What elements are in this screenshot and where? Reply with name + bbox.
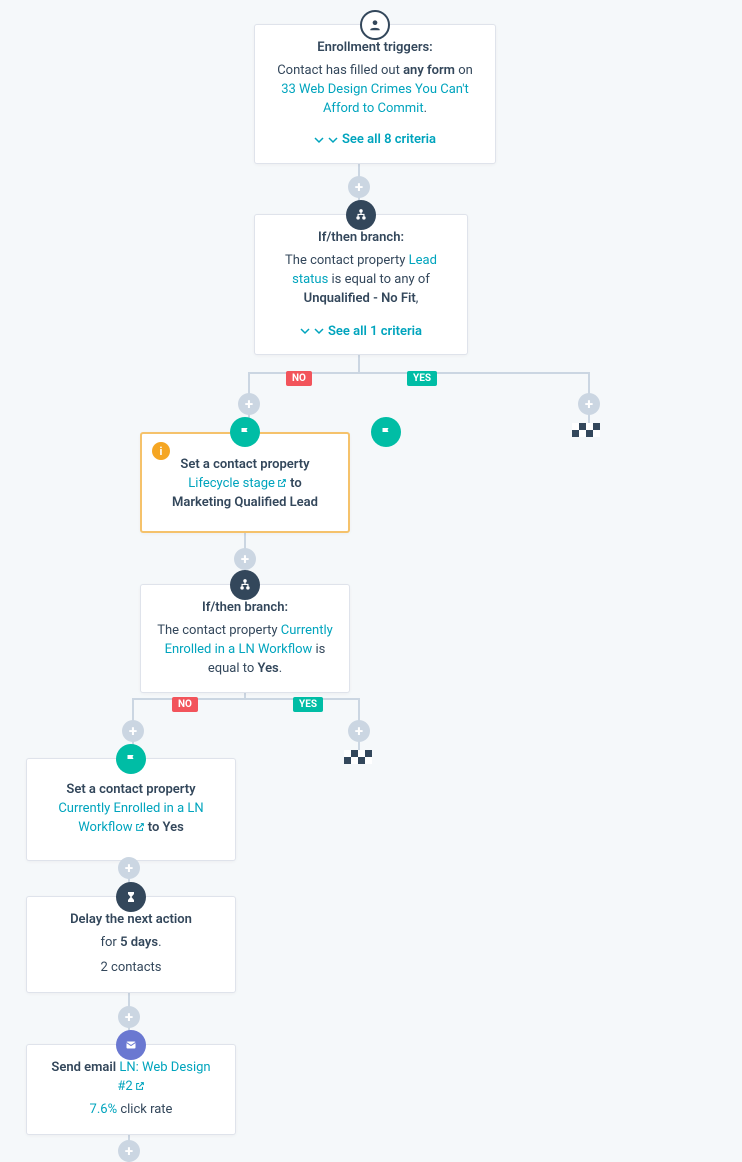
chevron-down-icon	[300, 326, 310, 336]
flag-icon	[116, 744, 146, 774]
branch-icon	[346, 200, 376, 230]
add-action-button[interactable]: +	[348, 720, 370, 742]
external-link-icon	[135, 1081, 145, 1091]
card-body: Set a contact property Lifecycle stage t…	[162, 456, 328, 513]
add-action-button[interactable]: +	[118, 1006, 140, 1028]
set-property-card[interactable]: i Set a contact property Lifecycle stage…	[140, 432, 350, 533]
if-then-branch-card[interactable]: If/then branch: The contact property Lea…	[254, 214, 468, 355]
flag-icon	[230, 417, 260, 447]
branch-yes-label: YES	[293, 697, 323, 712]
branch-no-label: NO	[286, 371, 312, 386]
email-icon	[116, 1030, 146, 1060]
chevron-down-icon	[328, 135, 338, 145]
user-icon	[360, 10, 390, 40]
connector-line	[468, 372, 590, 374]
card-body: Send email LN: Web Design #2	[43, 1059, 219, 1097]
card-title: If/then branch:	[271, 229, 451, 248]
branch-no-label: NO	[172, 697, 198, 712]
stats-line: 2 contacts	[43, 959, 219, 978]
card-title: If/then branch:	[157, 599, 333, 618]
workflow-canvas[interactable]: Enrollment triggers: Contact has filled …	[0, 0, 742, 1162]
card-body: Contact has filled out any form on 33 We…	[271, 62, 479, 119]
add-action-button[interactable]: +	[234, 548, 256, 570]
if-then-branch-card[interactable]: If/then branch: The contact property Cur…	[140, 584, 350, 693]
add-action-button[interactable]: +	[118, 1140, 140, 1162]
goal-icon	[572, 423, 600, 437]
card-title: Enrollment triggers:	[271, 39, 479, 58]
external-link-icon	[135, 822, 145, 832]
see-all-criteria-button[interactable]: See all 1 criteria	[300, 324, 422, 339]
card-body: The contact property Lead status is equa…	[271, 252, 451, 310]
flag-icon	[371, 417, 401, 447]
external-link-icon	[277, 478, 287, 488]
info-badge[interactable]: i	[152, 442, 170, 460]
branch-icon	[230, 570, 260, 600]
chevron-down-icon	[314, 135, 324, 145]
add-action-button[interactable]: +	[122, 720, 144, 742]
stats-line: 7.6% click rate	[43, 1101, 219, 1120]
add-action-button[interactable]: +	[348, 176, 370, 198]
card-body: Set a contact property Currently Enrolle…	[43, 781, 219, 838]
enrollment-trigger-card[interactable]: Enrollment triggers: Contact has filled …	[254, 24, 496, 164]
add-action-button[interactable]: +	[578, 393, 600, 415]
hourglass-icon	[116, 882, 146, 912]
see-all-criteria-button[interactable]: See all 8 criteria	[314, 132, 436, 147]
send-email-card[interactable]: Send email LN: Web Design #2 7.6% click …	[26, 1044, 236, 1135]
card-title: Delay the next action	[43, 911, 219, 930]
connector-line	[132, 698, 360, 700]
add-action-button[interactable]: +	[238, 393, 260, 415]
card-body: The contact property Currently Enrolled …	[157, 622, 333, 679]
goal-icon	[344, 750, 372, 764]
chevron-down-icon	[314, 326, 324, 336]
branch-yes-label: YES	[407, 371, 437, 386]
set-property-card[interactable]: Set a contact property Currently Enrolle…	[26, 758, 236, 861]
card-body: for 5 days.	[43, 934, 219, 953]
delay-card[interactable]: Delay the next action for 5 days. 2 cont…	[26, 896, 236, 993]
add-action-button[interactable]: +	[118, 857, 140, 879]
